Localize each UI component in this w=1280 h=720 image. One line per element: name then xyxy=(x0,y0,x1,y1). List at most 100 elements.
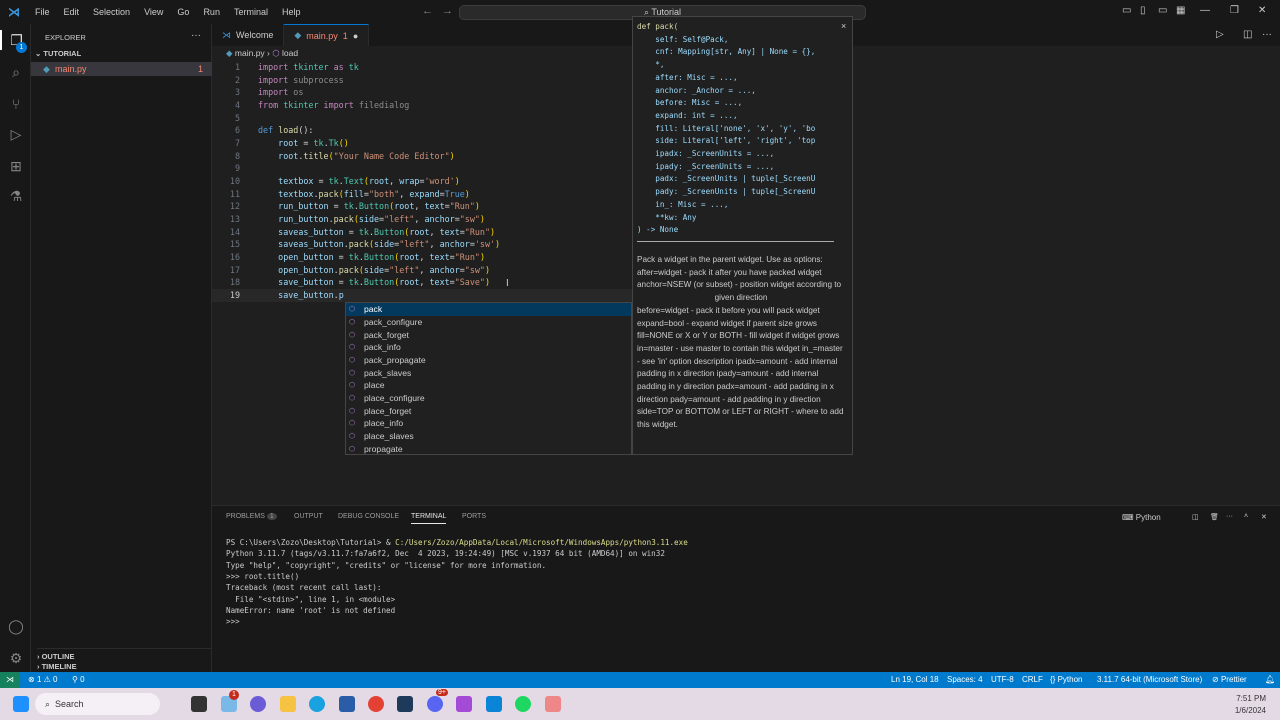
menu-edit[interactable]: Edit xyxy=(57,7,87,17)
tab-welcome[interactable]: ⋊ Welcome xyxy=(212,24,285,46)
code-line[interactable]: 11 textbox.pack(fill="both", expand=True… xyxy=(212,188,632,201)
suggestion-item[interactable]: ⬡ place_forget xyxy=(346,404,631,417)
suggestion-item[interactable]: ⬡ pack_configure xyxy=(346,316,631,329)
outline-section[interactable]: › OUTLINE xyxy=(37,648,212,661)
split-editor-icon[interactable]: ◫ xyxy=(1243,29,1252,40)
source-control-icon[interactable]: ⑂ xyxy=(6,94,26,114)
tab-ports[interactable]: PORTS xyxy=(462,513,486,520)
app-icon[interactable] xyxy=(397,696,413,712)
discord-icon[interactable] xyxy=(427,696,443,712)
line-ending[interactable]: CRLF xyxy=(1022,675,1043,684)
testing-icon[interactable]: ⚗ xyxy=(6,186,26,206)
clock-date[interactable]: 1/6/2024 xyxy=(1226,706,1266,715)
customize-layout-icon[interactable]: ▦ xyxy=(1176,5,1185,16)
notifications-bell-icon[interactable]: 🔔︎ xyxy=(1265,675,1275,684)
breadcrumb-file[interactable]: main.py xyxy=(235,48,265,58)
settings-gear-icon[interactable]: ⚙ xyxy=(6,648,26,668)
close-hover-icon[interactable]: × xyxy=(841,21,846,31)
spotify-icon[interactable] xyxy=(515,696,531,712)
remote-icon[interactable]: ⋊ xyxy=(0,672,20,688)
suggestion-item[interactable]: ⬡ pack_info xyxy=(346,341,631,354)
code-editor[interactable]: 1 import tkinter as tk 2 import subprocess 3… xyxy=(212,61,632,311)
clipchamp-icon[interactable] xyxy=(456,696,472,712)
code-line[interactable]: 9 xyxy=(212,162,632,175)
encoding[interactable]: UTF-8 xyxy=(991,675,1014,684)
file-explorer-icon[interactable] xyxy=(280,696,296,712)
menu-file[interactable]: File xyxy=(28,7,57,17)
more-actions-icon[interactable]: ··· xyxy=(191,30,201,41)
minimize-icon[interactable]: — xyxy=(1200,5,1210,16)
menu-help[interactable]: Help xyxy=(275,7,308,17)
menu-view[interactable]: View xyxy=(137,7,170,17)
maximize-icon[interactable]: ❐ xyxy=(1230,5,1239,16)
python-interpreter[interactable]: 3.11.7 64-bit (Microsoft Store) xyxy=(1097,675,1202,684)
menu-selection[interactable]: Selection xyxy=(86,7,137,17)
suggestion-item[interactable]: ⬡ propagate xyxy=(346,442,631,455)
explorer-icon[interactable]: ❐ 1 xyxy=(0,30,31,53)
code-line[interactable]: 13 run_button.pack(side="left", anchor="… xyxy=(212,213,632,226)
clock-time[interactable]: 7:51 PM xyxy=(1226,694,1266,703)
account-icon[interactable]: ◯ xyxy=(6,616,26,636)
code-line[interactable]: 3 import os xyxy=(212,86,632,99)
teams-icon[interactable] xyxy=(250,696,266,712)
snipping-tool-icon[interactable] xyxy=(545,696,561,712)
code-line[interactable]: 16 open_button = tk.Button(root, text="R… xyxy=(212,251,632,264)
tab-terminal[interactable]: TERMINAL xyxy=(411,513,447,524)
unsaved-dot-icon[interactable]: ● xyxy=(353,31,358,41)
language-mode[interactable]: {} Python xyxy=(1050,675,1082,684)
code-line[interactable]: 18 save_button = tk.Button(root, text="S… xyxy=(212,276,632,289)
terminal-shell-selector[interactable]: ⌨ Python xyxy=(1122,513,1161,522)
tab-debug-console[interactable]: DEBUG CONSOLE xyxy=(338,513,399,520)
taskbar-search[interactable]: ⌕ Search xyxy=(35,693,160,715)
prettier-status[interactable]: ⊘ Prettier xyxy=(1212,675,1247,684)
tab-problems[interactable]: PROBLEMS 1 xyxy=(226,513,277,520)
code-line[interactable]: 12 run_button = tk.Button(root, text="Ru… xyxy=(212,200,632,213)
file-main-py[interactable]: ◆ main.py 1 xyxy=(31,62,212,76)
more-actions-icon[interactable]: ··· xyxy=(1262,29,1272,40)
start-button-icon[interactable] xyxy=(13,696,29,712)
code-line[interactable]: 4 from tkinter import filedialog xyxy=(212,99,632,112)
suggestion-item[interactable]: ⬡ pack_slaves xyxy=(346,366,631,379)
code-line[interactable]: 8 root.title("Your Name Code Editor") xyxy=(212,150,632,163)
search-icon[interactable]: ⌕ xyxy=(6,62,26,82)
breadcrumb-symbol[interactable]: load xyxy=(282,48,298,58)
code-line[interactable]: 2 import subprocess xyxy=(212,74,632,87)
edge-icon[interactable] xyxy=(309,696,325,712)
task-view-icon[interactable] xyxy=(191,696,207,712)
code-line[interactable]: 5 xyxy=(212,112,632,125)
tab-output[interactable]: OUTPUT xyxy=(294,513,323,520)
suggestion-item[interactable]: ⬡ place xyxy=(346,379,631,392)
extensions-icon[interactable]: ⊞ xyxy=(6,156,26,176)
close-window-icon[interactable]: ✕ xyxy=(1258,5,1266,16)
run-python-icon[interactable]: ▷ xyxy=(1216,29,1224,40)
suggestion-item[interactable]: ⬡ pack xyxy=(346,303,631,316)
sidebar-toggle-icon[interactable]: ▯ xyxy=(1140,5,1146,16)
vscode-taskbar-icon[interactable] xyxy=(486,696,502,712)
close-panel-icon[interactable]: ✕ xyxy=(1261,513,1267,521)
timeline-section[interactable]: › TIMELINE xyxy=(37,662,77,671)
tab-main-py[interactable]: ◆ main.py 1 ● xyxy=(284,24,370,46)
code-line[interactable]: 10 textbox = tk.Text(root, wrap='word') xyxy=(212,175,632,188)
code-line[interactable]: 1 import tkinter as tk xyxy=(212,61,632,74)
suggestion-item[interactable]: ⬡ pack_propagate xyxy=(346,354,631,367)
code-line[interactable]: 19 save_button.p xyxy=(212,289,632,302)
more-icon[interactable]: ··· xyxy=(1226,513,1233,520)
folder-tutorial[interactable]: ⌄ TUTORIAL xyxy=(35,49,81,58)
code-line[interactable]: 15 saveas_button.pack(side="left", ancho… xyxy=(212,238,632,251)
code-line[interactable]: 17 open_button.pack(side="left", anchor=… xyxy=(212,264,632,277)
cursor-position[interactable]: Ln 19, Col 18 xyxy=(891,675,939,684)
menu-terminal[interactable]: Terminal xyxy=(227,7,275,17)
chrome-icon[interactable] xyxy=(368,696,384,712)
indentation[interactable]: Spaces: 4 xyxy=(947,675,983,684)
split-terminal-icon[interactable]: ◫ xyxy=(1192,513,1199,521)
kill-terminal-icon[interactable]: 🗑 xyxy=(1210,513,1219,521)
suggestion-item[interactable]: ⬡ place_slaves xyxy=(346,430,631,443)
suggestion-item[interactable]: ⬡ pack_forget xyxy=(346,328,631,341)
suggestion-item[interactable]: ⬡ place_configure xyxy=(346,392,631,405)
panel-toggle-icon[interactable]: ▭ xyxy=(1158,5,1167,16)
problems-status[interactable]: ⊗ 1 ⚠ 0 xyxy=(28,675,57,684)
menu-run[interactable]: Run xyxy=(196,7,227,17)
maximize-panel-icon[interactable]: ˄ xyxy=(1244,513,1248,520)
ports-status[interactable]: ⚲ 0 xyxy=(72,675,85,684)
menu-go[interactable]: Go xyxy=(170,7,196,17)
